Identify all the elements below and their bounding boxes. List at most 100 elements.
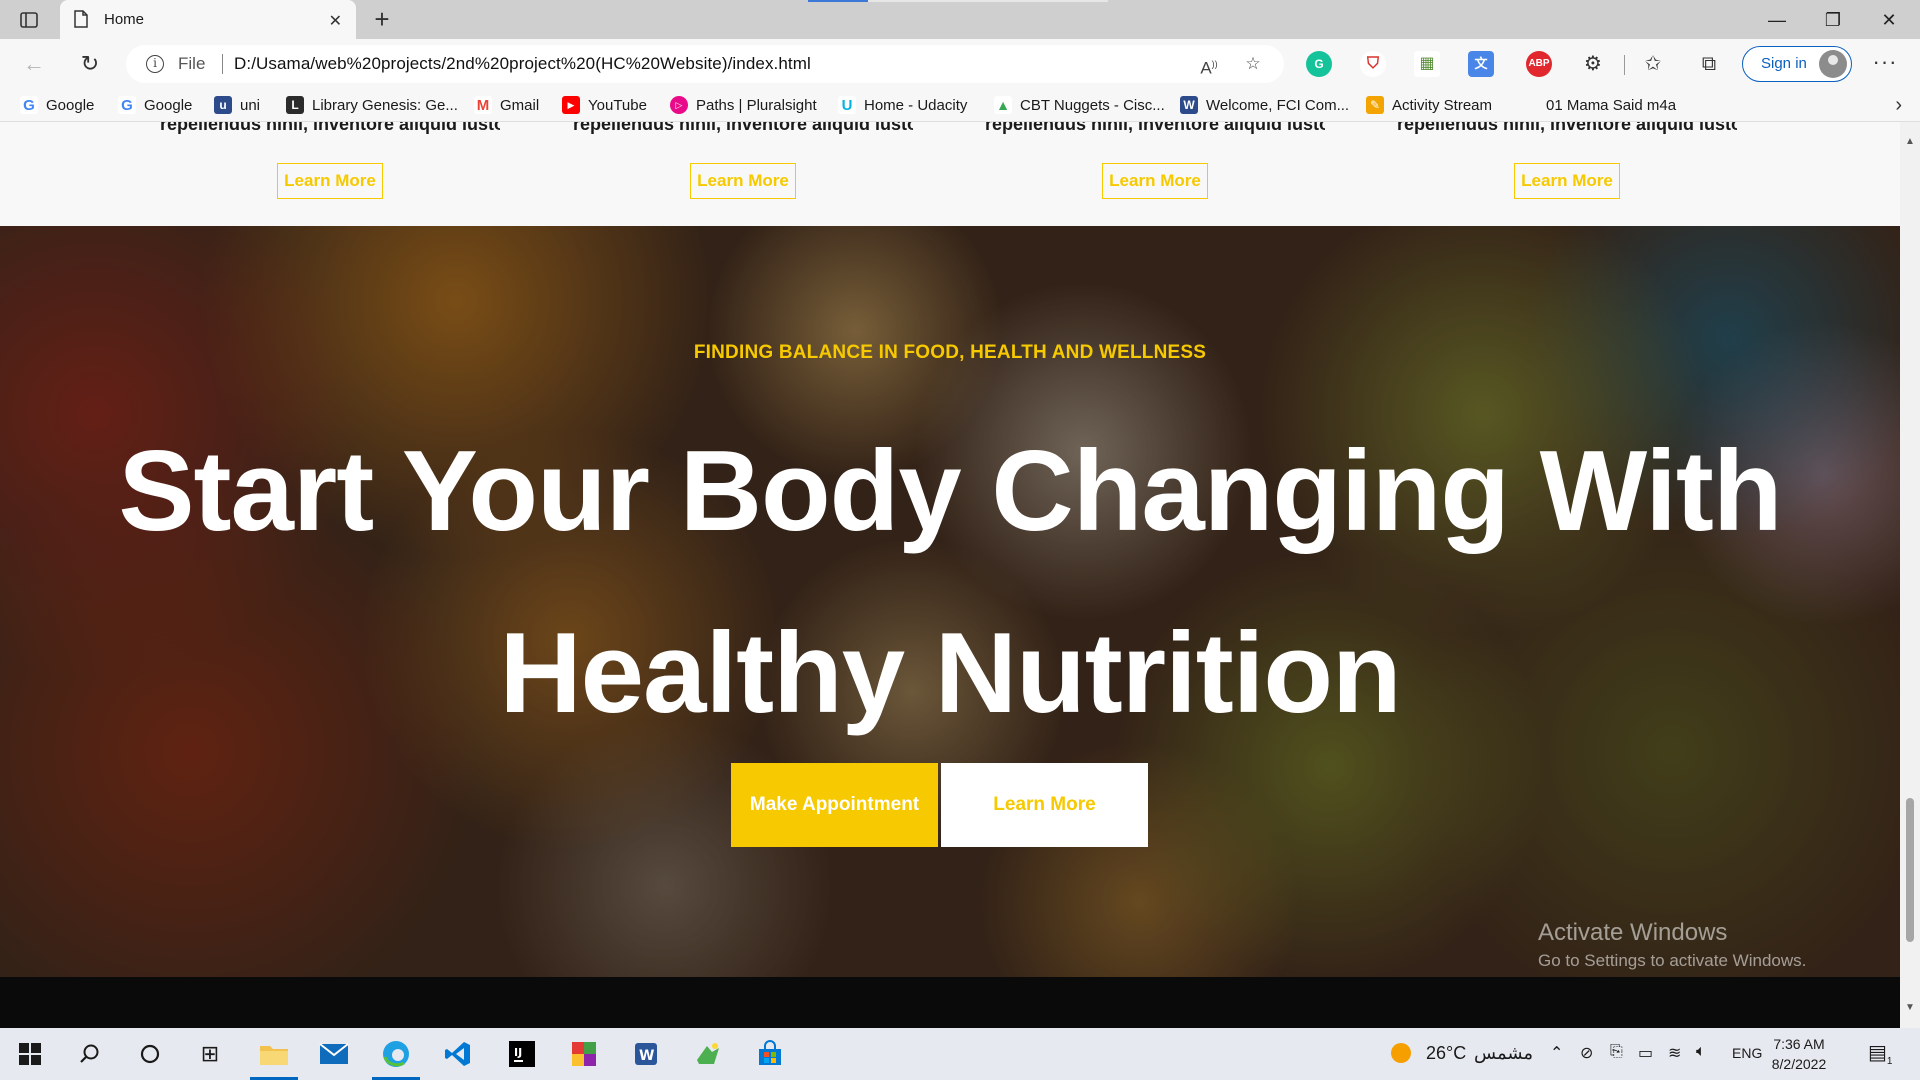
meet-now-icon[interactable]: ⎘ bbox=[1610, 1043, 1623, 1061]
back-arrow-icon[interactable]: ← bbox=[18, 48, 50, 80]
close-tab-icon[interactable]: ✕ bbox=[329, 11, 342, 31]
bookmark-youtube[interactable]: ▶ YouTube bbox=[562, 95, 647, 115]
service-description: repellendus nihil, inventore aliquid ius… bbox=[985, 122, 1325, 134]
page-viewport: repellendus nihil, inventore aliquid ius… bbox=[0, 122, 1900, 1028]
bookmark-google[interactable]: G Google bbox=[20, 95, 94, 115]
weather-sun-icon[interactable] bbox=[1390, 1042, 1412, 1069]
services-section: repellendus nihil, inventore aliquid ius… bbox=[0, 122, 1900, 226]
bookmark-label: Google bbox=[46, 96, 95, 114]
learn-more-button[interactable]: Learn More bbox=[277, 163, 383, 199]
make-appointment-button[interactable]: Make Appointment bbox=[731, 763, 938, 847]
page-scrollbar[interactable]: ▲ ▼ bbox=[1900, 122, 1920, 1028]
divider bbox=[222, 54, 223, 74]
bookmark-mama-said[interactable]: 01 Mama Said m4a bbox=[1546, 95, 1676, 115]
chevron-right-icon[interactable]: › bbox=[1895, 94, 1902, 117]
tab-indicator-track bbox=[868, 0, 1108, 2]
clock-time: 7:36 AM bbox=[1773, 1036, 1825, 1052]
store-icon[interactable] bbox=[752, 1036, 788, 1072]
sign-in-button[interactable]: Sign in bbox=[1742, 46, 1852, 82]
avatar bbox=[1819, 50, 1847, 78]
volume-icon[interactable]: 🔈︎ bbox=[1696, 1043, 1706, 1061]
shield-icon[interactable]: ⛉ bbox=[1360, 51, 1386, 77]
divider bbox=[1624, 55, 1625, 75]
bookmark-label: Library Genesis: Ge... bbox=[312, 96, 458, 114]
service-card: repellendus nihil, inventore aliquid ius… bbox=[160, 122, 500, 226]
bookmark-label: Gmail bbox=[500, 96, 540, 114]
scroll-thumb[interactable] bbox=[1906, 798, 1914, 942]
watermark-title: Activate Windows bbox=[1538, 919, 1728, 946]
vscode-icon[interactable] bbox=[440, 1036, 476, 1072]
restore-icon[interactable]: ❐ bbox=[1810, 6, 1856, 34]
bookmark-activity-stream[interactable]: ✎ Activity Stream bbox=[1366, 95, 1492, 115]
refresh-icon[interactable]: ↻ bbox=[74, 48, 106, 80]
search-icon[interactable] bbox=[72, 1036, 108, 1072]
globe-icon: u bbox=[214, 96, 232, 114]
bookmark-gmail[interactable]: M Gmail bbox=[474, 95, 539, 115]
battery-icon[interactable]: ▭ bbox=[1638, 1043, 1653, 1063]
hero-title: Start Your Body Changing With Healthy Nu… bbox=[40, 401, 1860, 765]
google-icon: G bbox=[20, 96, 38, 114]
adblock-plus-icon[interactable]: ABP bbox=[1526, 51, 1552, 77]
photos-icon[interactable] bbox=[690, 1036, 726, 1072]
page-icon bbox=[74, 10, 90, 29]
service-description: repellendus nihil, inventore aliquid ius… bbox=[573, 122, 913, 134]
bookmark-label: YouTube bbox=[588, 96, 647, 114]
learn-more-button[interactable]: Learn More bbox=[941, 763, 1148, 847]
network-warning-icon[interactable]: ⊘ bbox=[1580, 1043, 1593, 1063]
bookmark-fci[interactable]: W Welcome, FCI Com... bbox=[1180, 95, 1349, 115]
minimize-icon[interactable]: — bbox=[1754, 6, 1800, 34]
bookmark-library-genesis[interactable]: L Library Genesis: Ge... bbox=[286, 95, 458, 115]
learn-more-button[interactable]: Learn More bbox=[1514, 163, 1620, 199]
bookmark-udacity[interactable]: U Home - Udacity bbox=[838, 95, 967, 115]
bookmark-label: Paths | Pluralsight bbox=[696, 96, 817, 114]
close-window-icon[interactable]: ✕ bbox=[1866, 6, 1912, 34]
word-icon[interactable]: W bbox=[628, 1036, 664, 1072]
bookmark-google[interactable]: G Google bbox=[118, 95, 192, 115]
svg-text:W: W bbox=[639, 1048, 654, 1064]
windows-taskbar: ⊞ IJ W 26°C مشمس ⌃ ⊘ ⎘ ▭ ≋ 🔈︎ ENG 7:36 A… bbox=[0, 1028, 1920, 1080]
hero-title-line: Start Your Body Changing With bbox=[118, 428, 1782, 555]
grammarly-icon[interactable]: G bbox=[1306, 51, 1332, 77]
google-icon: G bbox=[118, 96, 136, 114]
notifications-icon[interactable]: ▤1 bbox=[1868, 1040, 1892, 1067]
task-view-icon[interactable]: ⊞ bbox=[192, 1036, 228, 1072]
extensions-icon[interactable]: ⚙ bbox=[1580, 51, 1606, 77]
library-icon: L bbox=[286, 96, 304, 114]
tab-indicator bbox=[808, 0, 868, 2]
collections-icon[interactable]: ⧉ bbox=[1696, 51, 1722, 77]
app-grid-icon[interactable] bbox=[566, 1036, 602, 1072]
drive-icon: ▲ bbox=[994, 96, 1012, 114]
translate-icon[interactable]: 文 bbox=[1468, 51, 1494, 77]
bookmark-cbt-nuggets[interactable]: ▲ CBT Nuggets - Cisc... bbox=[994, 95, 1165, 115]
file-explorer-icon[interactable] bbox=[250, 1036, 298, 1080]
scroll-up-icon[interactable]: ▲ bbox=[1904, 136, 1916, 148]
service-card: repellendus nihil, inventore aliquid ius… bbox=[985, 122, 1325, 226]
gmail-icon: M bbox=[474, 96, 492, 114]
add-favorite-icon[interactable]: ☆ bbox=[1242, 53, 1264, 75]
tab-actions-icon[interactable] bbox=[18, 9, 40, 31]
new-tab-icon[interactable]: + bbox=[368, 5, 396, 33]
cortana-icon[interactable] bbox=[132, 1036, 168, 1072]
intellij-icon[interactable]: IJ bbox=[504, 1036, 540, 1072]
address-bar[interactable]: i File D:/Usama/web%20projects/2nd%20pro… bbox=[126, 45, 1284, 83]
weather-description[interactable]: مشمس bbox=[1474, 1043, 1533, 1064]
edge-icon[interactable] bbox=[372, 1036, 420, 1080]
more-options-icon[interactable]: ··· bbox=[1870, 51, 1900, 77]
bookmark-uni[interactable]: u uni bbox=[214, 95, 260, 115]
bookmark-pluralsight[interactable]: ▷ Paths | Pluralsight bbox=[670, 95, 817, 115]
learn-more-button[interactable]: Learn More bbox=[690, 163, 796, 199]
start-icon[interactable] bbox=[12, 1036, 48, 1072]
system-clock[interactable]: 7:36 AM 8/2/2022 bbox=[1758, 1034, 1840, 1074]
mail-icon[interactable] bbox=[316, 1036, 352, 1072]
url-text[interactable]: D:/Usama/web%20projects/2nd%20project%20… bbox=[234, 54, 811, 74]
calendar-icon[interactable]: ▦ bbox=[1414, 51, 1440, 77]
weather-temp[interactable]: 26°C bbox=[1426, 1043, 1466, 1064]
learn-more-button[interactable]: Learn More bbox=[1102, 163, 1208, 199]
favorites-icon[interactable]: ✩ bbox=[1640, 51, 1666, 77]
browser-tab[interactable]: Home ✕ bbox=[60, 0, 356, 39]
scroll-down-icon[interactable]: ▼ bbox=[1904, 1002, 1916, 1014]
wifi-icon[interactable]: ≋ bbox=[1668, 1043, 1681, 1063]
chevron-up-icon[interactable]: ⌃ bbox=[1550, 1043, 1563, 1063]
read-aloud-icon[interactable]: A)) bbox=[1198, 53, 1220, 78]
info-icon[interactable]: i bbox=[146, 55, 164, 73]
